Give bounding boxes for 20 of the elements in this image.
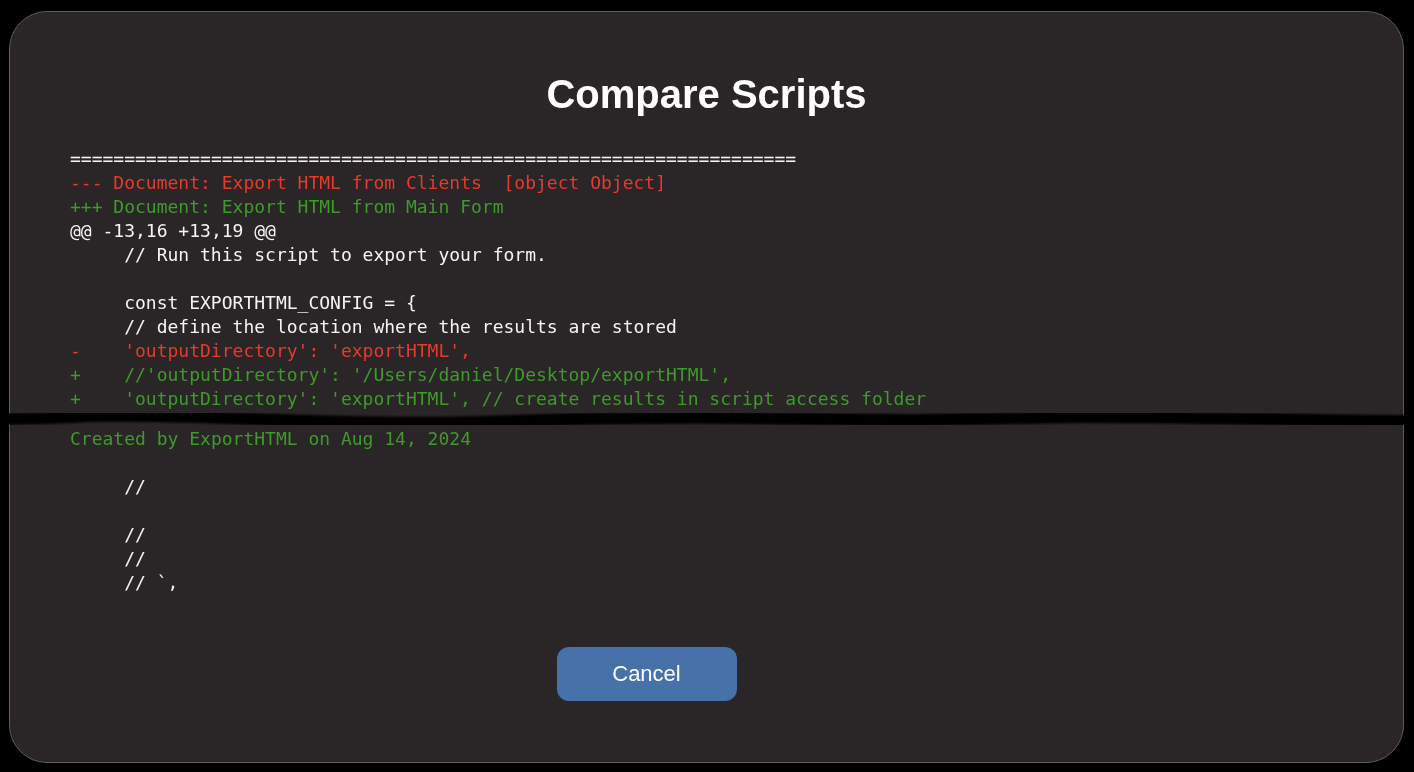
dialog-title: Compare Scripts bbox=[546, 71, 867, 118]
file-header: --- Document: Export HTML from Clients [object Object] bbox=[70, 172, 667, 194]
code-line: // Run this script to export your form. bbox=[124, 244, 547, 266]
cancel-button[interactable]: Cancel bbox=[556, 647, 737, 701]
added-line: //'outputDirectory': '/Users/daniel/Desktop/exportHTML', bbox=[124, 364, 732, 386]
code-line: const EXPORTHTML_CONFIG = { bbox=[124, 292, 417, 314]
file-header: +++ Document: Export HTML from Main Form bbox=[70, 196, 504, 218]
added-line: 'outputDirectory': 'exportHTML', // create results in script access folder bbox=[124, 388, 927, 410]
code-line: // bbox=[124, 476, 146, 498]
diff-marker: + bbox=[70, 364, 81, 386]
separator-text: =================================================================== bbox=[70, 148, 797, 170]
removed-line: 'outputDirectory': 'exportHTML', bbox=[124, 340, 471, 362]
note-line: Created by ExportHTML on Aug 14, 2024 bbox=[70, 428, 471, 450]
diff-marker: + bbox=[70, 388, 81, 410]
code-line: // define the location where the results are stored bbox=[124, 316, 677, 338]
code-line: // bbox=[124, 548, 146, 570]
diff-marker: - bbox=[70, 340, 81, 362]
hunk-header: @@ -13,16 +13,19 @@ bbox=[70, 220, 276, 242]
code-line: // bbox=[124, 524, 146, 546]
code-line: // `, bbox=[124, 572, 179, 594]
